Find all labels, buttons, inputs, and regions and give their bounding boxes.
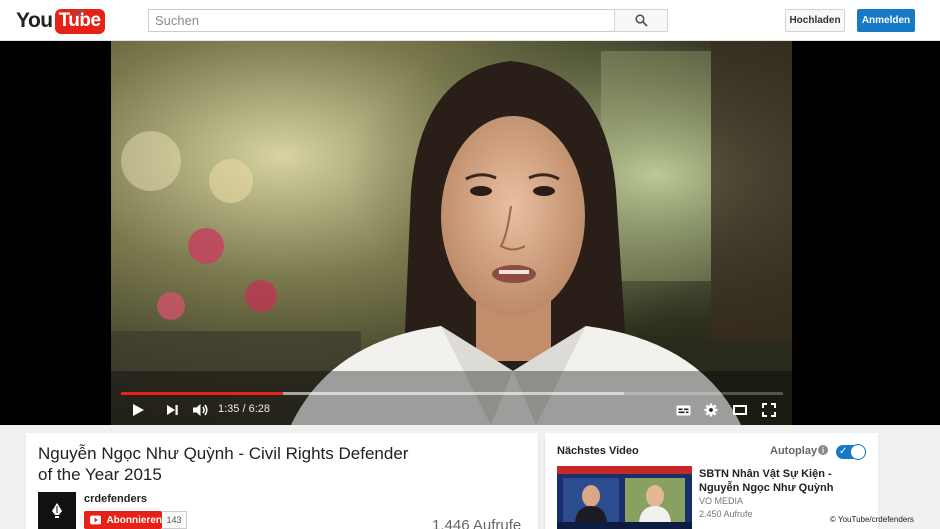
video-still-image bbox=[111, 41, 792, 425]
play-icon bbox=[133, 404, 144, 416]
next-button[interactable] bbox=[162, 400, 182, 420]
subscriber-count: 143 bbox=[162, 511, 187, 529]
region-label: DE bbox=[74, 9, 86, 18]
fullscreen-icon bbox=[762, 403, 776, 417]
progress-played bbox=[121, 392, 284, 395]
youtube-play-icon bbox=[90, 515, 102, 525]
masthead: You Tube DE Hochladen Anmelden bbox=[0, 0, 940, 41]
current-time: 1:35 bbox=[218, 403, 240, 415]
signin-button[interactable]: Anmelden bbox=[857, 9, 915, 32]
copyright-watermark: © YouTube/crdefenders bbox=[830, 515, 914, 524]
play-button[interactable] bbox=[128, 400, 148, 420]
up-next-card: Nächstes Video Autoplay i ✓ SBTN Nhân Vậ… bbox=[545, 433, 878, 529]
toggle-knob bbox=[850, 444, 866, 460]
progress-bar[interactable] bbox=[121, 392, 783, 395]
upload-button[interactable]: Hochladen bbox=[785, 9, 845, 32]
pen-nib-icon bbox=[52, 503, 62, 518]
search-button[interactable] bbox=[614, 9, 668, 32]
channel-name[interactable]: crdefenders bbox=[84, 493, 147, 505]
youtube-logo[interactable]: You Tube bbox=[16, 8, 105, 34]
subtitles-icon bbox=[676, 405, 690, 415]
fullscreen-button[interactable] bbox=[759, 400, 779, 420]
video-title: Nguyễn Ngọc Như Quỳnh - Civil Rights Def… bbox=[38, 444, 409, 484]
logo-you-text: You bbox=[16, 9, 53, 32]
time-display: 1:35 / 6:28 bbox=[218, 403, 270, 415]
video-player[interactable] bbox=[0, 41, 940, 425]
next-video-title[interactable]: SBTN Nhân Vật Sự Kiện - Nguyễn Ngọc Như … bbox=[699, 467, 869, 495]
theater-mode-button[interactable] bbox=[730, 400, 750, 420]
next-video-thumbnail[interactable] bbox=[557, 466, 692, 529]
next-video-views: 2.450 Aufrufe bbox=[699, 509, 753, 519]
next-video-channel: VO MEDIA bbox=[699, 496, 744, 506]
search-input[interactable] bbox=[148, 9, 615, 32]
channel-avatar[interactable] bbox=[38, 492, 76, 529]
theater-mode-icon bbox=[733, 405, 747, 415]
info-icon[interactable]: i bbox=[818, 445, 828, 455]
volume-icon bbox=[192, 404, 208, 416]
gear-icon bbox=[704, 403, 718, 417]
check-icon: ✓ bbox=[839, 446, 848, 457]
youtube-watch-page: You Tube DE Hochladen Anmelden bbox=[0, 0, 940, 529]
subscribe-label: Abonnieren bbox=[106, 514, 162, 526]
up-next-heading: Nächstes Video bbox=[557, 445, 639, 457]
skip-next-icon bbox=[166, 405, 178, 415]
autoplay-toggle[interactable]: ✓ bbox=[836, 444, 866, 460]
autoplay-label: Autoplay bbox=[770, 445, 818, 457]
settings-button[interactable] bbox=[701, 400, 721, 420]
subscribe-button[interactable]: Abonnieren bbox=[84, 511, 162, 529]
video-info-card: Nguyễn Ngọc Như Quỳnh - Civil Rights Def… bbox=[26, 433, 538, 529]
volume-button[interactable] bbox=[190, 400, 210, 420]
duration: 6:28 bbox=[248, 403, 271, 415]
view-count: 1.446 Aufrufe bbox=[432, 517, 522, 529]
search-icon bbox=[634, 14, 648, 27]
thumbnail-image bbox=[557, 466, 692, 529]
subtitles-button[interactable] bbox=[673, 400, 693, 420]
time-separator: / bbox=[242, 403, 246, 415]
video-frame[interactable] bbox=[111, 41, 792, 425]
